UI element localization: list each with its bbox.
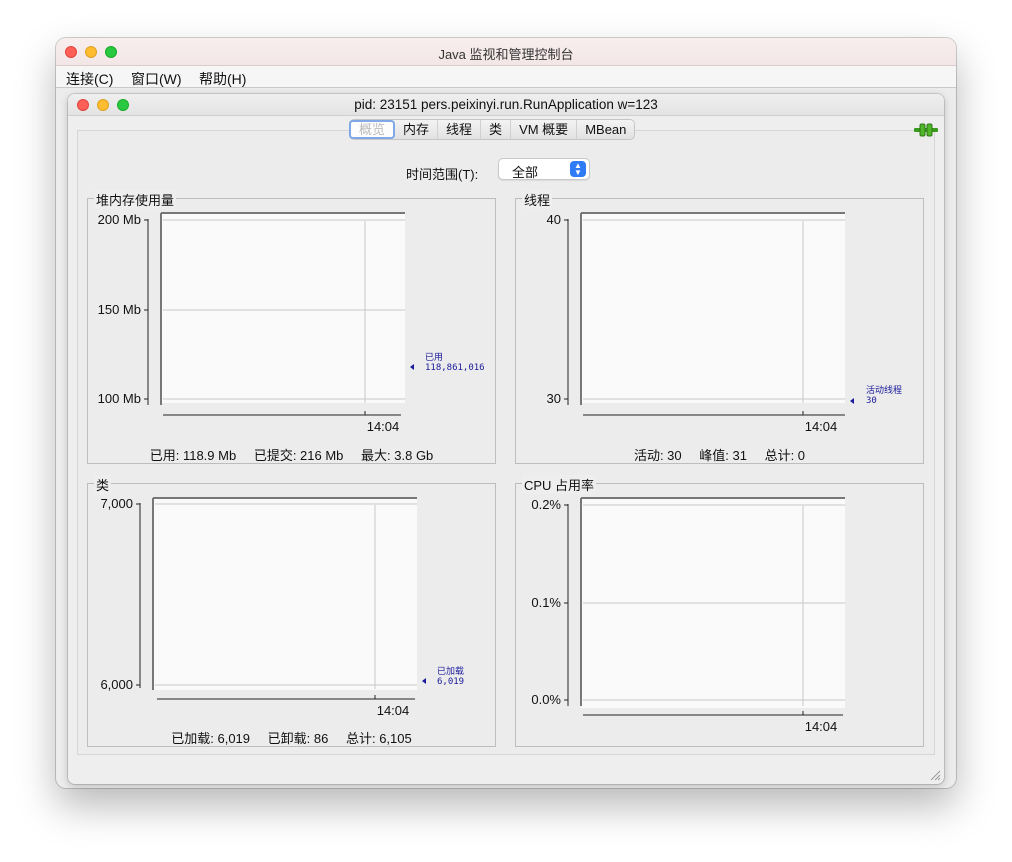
heap-y-tick: 100 Mb — [98, 391, 141, 406]
classes-panel: 类 7,000 6,000 14:04 已加载 6,019 已加载: 6,019… — [87, 475, 496, 747]
tab-memory[interactable]: 内存 — [395, 120, 439, 139]
heap-committed: 已提交: 216 Mb — [253, 448, 344, 463]
heap-series-marker — [410, 364, 414, 370]
threads-y-tick: 30 — [547, 391, 561, 406]
heap-summary: 已用: 118.9 Mb 已提交: 216 Mb 最大: 3.8 Gb — [88, 445, 495, 464]
threads-series-name: 活动线程 — [866, 384, 902, 396]
connection-status-icon[interactable] — [914, 123, 938, 137]
tab-bar: 概览 内存 线程 类 VM 概要 MBean — [349, 119, 636, 140]
window-title: Java 监视和管理控制台 — [438, 47, 574, 62]
menu-bar: 连接(C) 窗口(W) 帮助(H) — [56, 66, 956, 88]
heap-max: 最大: 3.8 Gb — [361, 448, 434, 463]
cpu-panel: CPU 占用率 0.2% 0.1% 0.0% 14:04 — [515, 475, 924, 747]
heap-y-tick: 200 Mb — [98, 212, 141, 227]
tab-mbean[interactable]: MBean — [577, 120, 634, 139]
heap-y-tick: 150 Mb — [98, 302, 141, 317]
classes-y-tick: 6,000 — [100, 677, 133, 692]
main-titlebar[interactable]: Java 监视和管理控制台 — [56, 38, 956, 66]
heap-x-tick: 14:04 — [367, 419, 400, 434]
classes-x-tick: 14:04 — [377, 703, 410, 718]
threads-series-marker — [850, 398, 854, 404]
threads-total: 总计: 0 — [764, 448, 806, 463]
threads-panel: 线程 40 30 14:04 活动线程 30 活动: 30 峰值: 31 总计:… — [515, 190, 924, 464]
cpu-chart: 0.2% 0.1% 0.0% 14:04 — [531, 497, 845, 734]
classes-unloaded: 已卸载: 86 — [267, 731, 329, 746]
threads-peak: 峰值: 31 — [699, 448, 747, 463]
threads-x-tick: 14:04 — [805, 419, 838, 434]
classes-y-tick: 7,000 — [100, 496, 133, 511]
tab-threads[interactable]: 线程 — [438, 120, 482, 139]
cpu-y-tick: 0.1% — [531, 595, 561, 610]
cpu-x-tick: 14:04 — [805, 719, 838, 734]
tab-vm-summary[interactable]: VM 概要 — [511, 120, 578, 139]
classes-chart: 7,000 6,000 14:04 已加载 6,019 — [100, 496, 464, 718]
connection-title: pid: 23151 pers.peixinyi.run.RunApplicat… — [354, 97, 658, 112]
classes-series-name: 已加载 — [437, 665, 464, 677]
resize-grip-icon[interactable] — [929, 769, 941, 781]
tab-classes[interactable]: 类 — [481, 120, 512, 139]
cpu-y-tick: 0.2% — [531, 497, 561, 512]
time-range-value: 全部 — [512, 165, 539, 180]
connection-frame: pid: 23151 pers.peixinyi.run.RunApplicat… — [68, 94, 944, 784]
classes-series-value: 6,019 — [437, 677, 464, 687]
threads-y-tick: 40 — [547, 212, 561, 227]
time-range-select[interactable]: 全部 ▲ ▼ — [498, 158, 590, 180]
threads-series-value: 30 — [866, 396, 877, 406]
main-window: Java 监视和管理控制台 连接(C) 窗口(W) 帮助(H) pid: 231… — [56, 38, 956, 788]
classes-loaded: 已加载: 6,019 — [171, 731, 251, 746]
heap-series-name: 已用 — [425, 352, 443, 363]
heap-memory-chart: 200 Mb 150 Mb 100 Mb 14:04 已用 118,861,01… — [98, 212, 485, 434]
time-range-label: 时间范围(T): — [406, 167, 479, 182]
heap-used: 已用: 118.9 Mb — [149, 448, 237, 463]
menu-help[interactable]: 帮助(H) — [199, 69, 246, 89]
classes-series-marker — [422, 678, 426, 684]
heap-memory-panel: 堆内存使用量 200 Mb 150 Mb 100 Mb 14:04 已用 118… — [87, 190, 496, 464]
connection-titlebar[interactable]: pid: 23151 pers.peixinyi.run.RunApplicat… — [68, 94, 944, 116]
threads-live: 活动: 30 — [633, 448, 682, 463]
classes-total: 总计: 6,105 — [345, 731, 412, 746]
threads-chart: 40 30 14:04 活动线程 30 — [547, 212, 902, 434]
threads-summary: 活动: 30 峰值: 31 总计: 0 — [516, 445, 923, 464]
classes-summary: 已加载: 6,019 已卸载: 86 总计: 6,105 — [88, 728, 495, 747]
menu-connect[interactable]: 连接(C) — [66, 69, 113, 89]
cpu-y-tick: 0.0% — [531, 692, 561, 707]
heap-series-value: 118,861,016 — [425, 363, 485, 373]
menu-window[interactable]: 窗口(W) — [131, 69, 182, 89]
chevron-up-down-icon: ▲ ▼ — [570, 161, 586, 177]
tab-overview[interactable]: 概览 — [349, 120, 396, 139]
